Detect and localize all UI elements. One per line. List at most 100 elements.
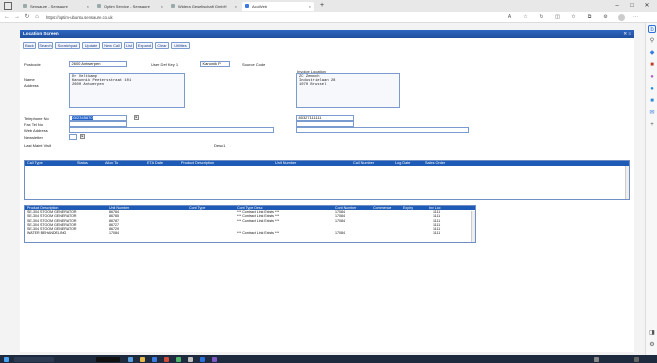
invoice-fax-field[interactable] [296,121,354,127]
office-icon[interactable]: ■ [648,97,656,105]
tab-close-icon[interactable]: × [235,2,237,11]
web-address-field[interactable] [69,127,274,133]
outlook-icon[interactable]: ✉ [648,109,656,117]
calls-grid-scrollbar[interactable] [625,166,629,199]
location-screen-app: Location Screen ✕ ≡ Back Search Scratchp… [20,30,634,352]
invoice-web-field[interactable] [296,127,469,133]
forward-arrow-icon[interactable]: → [12,12,22,23]
col-call-type[interactable]: Call Type [27,161,43,166]
utilities-button[interactable]: Utilities [171,42,190,49]
products-grid-scrollbar[interactable] [471,211,475,242]
collections-icon[interactable]: ⧉ [586,14,593,21]
tray-icon[interactable] [594,356,599,362]
notification-icon[interactable] [634,356,639,362]
taskbar-search-box[interactable] [14,356,54,362]
address-bar-row: ← → ↻ ⌂ https://optim-ubuntu.sensaure.co… [0,12,657,23]
read-aloud-icon[interactable]: A [506,14,513,21]
extensions-icon[interactable]: ⚙ [602,14,609,21]
fax-field[interactable] [69,121,127,127]
name-label: Name [24,77,35,82]
clear-button[interactable]: Clear [155,42,169,49]
col-status[interactable]: Status [77,161,88,166]
update-button[interactable]: Update [82,42,100,49]
browser-tab-4[interactable]: AcuWeb × [242,1,314,11]
fax-label: Fax Tel No [24,122,44,127]
back-arrow-icon[interactable]: ← [2,12,12,23]
windows-taskbar [0,355,657,363]
back-button[interactable]: Back [23,42,36,49]
telephone-value: 03/2345670 [71,115,93,120]
maximize-button[interactable]: □ [627,0,637,12]
search-button[interactable]: Search [38,42,53,49]
add-sidebar-icon[interactable]: + [648,121,656,129]
invoice-telephone-field[interactable]: 80327111111 [296,115,354,121]
more-menu-icon[interactable]: ⋯ [632,14,639,21]
telephone-label: Telephone No [24,116,49,121]
app-window-controls[interactable]: ✕ ≡ [623,30,631,38]
taskbar-folder-icon[interactable] [140,356,145,362]
scratchpad-button[interactable]: Scratchpad [55,42,80,49]
start-icon[interactable] [4,356,9,362]
postcode-field[interactable]: 2600 Antwerpen [69,61,127,67]
taskbar-app-icon[interactable] [164,356,169,362]
refresh-page-icon[interactable]: ↻ [538,14,545,21]
col-product-description[interactable]: Product Description [181,161,214,166]
calls-grid[interactable]: Call Type Status Alloc To ETA Date Produ… [24,160,630,200]
tab-close-icon[interactable]: × [87,2,89,11]
hide-sidebar-icon[interactable]: ◨ [648,329,656,337]
taskbar-app-icon[interactable] [200,356,205,362]
favorite-star-icon[interactable]: ☆ [522,14,529,21]
newsletter-dropdown-icon[interactable]: ▸ [80,134,85,139]
taskbar-edge-icon[interactable] [152,356,157,362]
shopping-icon[interactable]: ■ [648,61,656,69]
expand-button[interactable]: Expand [136,42,153,49]
browser-tab-2[interactable]: Optim Service - Sensaure × [94,2,166,11]
newsletter-field[interactable] [69,134,77,140]
new-tab-button[interactable]: + [320,1,324,11]
col-log-date[interactable]: Log Date [395,161,410,166]
col-unit-number[interactable]: Unit Number [275,161,296,166]
people-icon[interactable]: ● [648,73,656,81]
browser-tab-3[interactable]: Widera Gesellschaft GmbH × [168,2,240,11]
list-button[interactable]: List [124,42,134,49]
search-icon[interactable]: ⚲ [648,37,656,45]
postcode-label: Postcode [24,62,41,67]
taskbar-app-icon[interactable] [176,356,181,362]
window-menu-icon[interactable] [4,2,12,10]
minimize-button[interactable]: – [612,0,622,12]
taskbar-app-icon[interactable] [128,356,133,362]
telephone-field[interactable]: 03/2345670 [69,115,127,121]
invoice-address-field[interactable]: ZC Zemoch Industrielaan 28 1070 Brussel [296,73,400,108]
taskbar-app-icon[interactable] [212,356,217,362]
new-call-button[interactable]: New Call [102,42,122,49]
tab-close-icon[interactable]: × [309,2,311,11]
url-field[interactable]: https://optim-ubuntu.sensaure.co.uk [46,14,113,21]
user-def-key-field[interactable]: Kanonik P [200,61,230,67]
tab-close-icon[interactable]: × [161,2,163,11]
tag-icon[interactable]: ◆ [648,49,656,57]
products-grid[interactable]: Product Description Unit Number Cont Typ… [24,205,476,243]
last-maint-visit-label: Last Maint Visit [24,143,52,148]
tab-favicon-icon [171,4,175,8]
favorites-icon[interactable]: ✩ [570,14,577,21]
split-screen-icon[interactable]: ◫ [554,14,561,21]
col-sales-order[interactable]: Sales Order [425,161,445,166]
col-alloc-to[interactable]: Alloc To [105,161,118,166]
dial-phone-icon[interactable]: ▸ [134,115,139,120]
tab-favicon-icon [23,4,27,8]
col-call-number[interactable]: Call Number [353,161,374,166]
copilot-icon[interactable]: b [648,25,656,33]
close-window-button[interactable]: ✕ [642,0,652,12]
games-icon[interactable]: ● [648,85,656,93]
sidebar-settings-icon[interactable]: ⚙ [648,341,656,349]
browser-tab-1[interactable]: Sensaure - Sensaure × [20,2,92,11]
name-address-field[interactable]: Dr Veltkamp Kanunnik Peetersstraat 101 2… [69,73,185,108]
taskbar-app-icon[interactable] [188,356,193,362]
desc-label: Desc1 [214,143,226,148]
table-row[interactable]: WATER BEHANDELING 17084 *** Contract Lin… [25,231,475,235]
home-icon[interactable]: ⌂ [32,12,42,23]
refresh-icon[interactable]: ↻ [22,12,32,23]
col-eta-date[interactable]: ETA Date [147,161,163,166]
taskbar-app-icon[interactable] [96,356,120,362]
profile-avatar-icon[interactable] [618,14,625,21]
